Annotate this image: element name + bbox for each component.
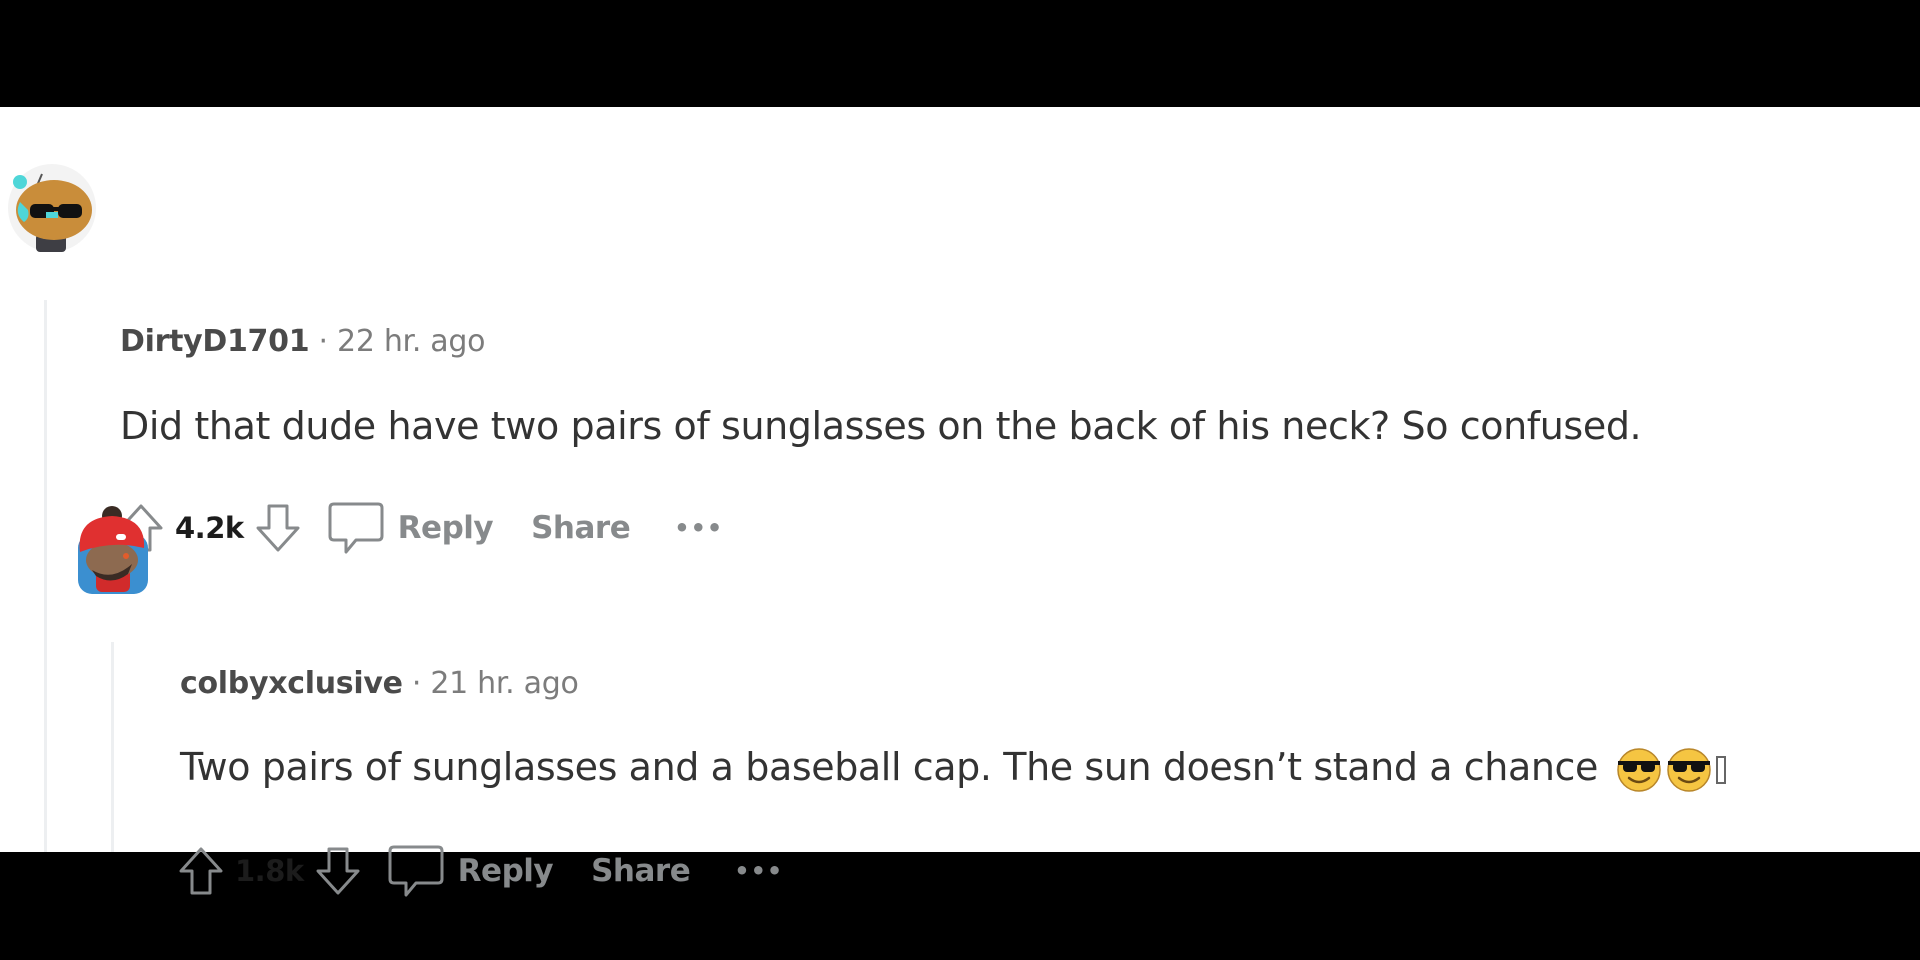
comment-bubble-icon — [388, 845, 444, 897]
avatar[interactable] — [66, 504, 158, 596]
meta-separator: · — [411, 666, 422, 701]
more-options-button[interactable]: ••• — [734, 857, 783, 885]
arrow-up-icon — [179, 847, 223, 895]
vote-score: 4.2k — [175, 511, 244, 545]
comment-body-text: Two pairs of sunglasses and a baseball c… — [180, 745, 1598, 789]
downvote-button[interactable] — [252, 502, 304, 554]
username-link[interactable]: DirtyD1701 — [120, 324, 310, 359]
reply-label[interactable]: Reply — [398, 510, 494, 546]
timestamp-link[interactable]: 21 hr. ago — [430, 666, 578, 701]
avatar[interactable] — [6, 162, 98, 254]
smiling-face-with-sunglasses-icon — [1616, 747, 1661, 792]
upvote-button[interactable] — [175, 845, 227, 897]
snoo-avatar-red-beanie-icon — [78, 506, 148, 594]
comment-meta: DirtyD1701 · 22 hr. ago — [120, 324, 486, 359]
comment-bubble-icon — [328, 502, 384, 554]
downvote-button[interactable] — [312, 845, 364, 897]
comment-thread: DirtyD1701 · 22 hr. ago Did that dude ha… — [0, 107, 1920, 897]
comment-body: Two pairs of sunglasses and a baseball c… — [180, 745, 1726, 793]
snoo-avatar-sunglasses-icon — [8, 164, 96, 252]
comment-actions: 4.2k Reply Share ••• — [115, 500, 723, 556]
share-button[interactable]: Share — [591, 853, 691, 889]
thread-line-collapse[interactable] — [111, 642, 114, 852]
vote-score: 1.8k — [235, 854, 304, 888]
meta-separator: · — [318, 324, 329, 359]
comment-body: Did that dude have two pairs of sunglass… — [120, 404, 1642, 448]
reply-button[interactable]: Reply — [326, 500, 494, 556]
comment-actions: 1.8k Reply Share ••• — [175, 843, 783, 899]
reply-button[interactable]: Reply — [386, 843, 554, 899]
arrow-down-icon — [256, 504, 300, 552]
smiling-face-with-sunglasses-icon — [1666, 747, 1711, 792]
timestamp-link[interactable]: 22 hr. ago — [337, 324, 485, 359]
reply-label[interactable]: Reply — [458, 853, 554, 889]
more-options-button[interactable]: ••• — [674, 514, 723, 542]
username-link[interactable]: colbyxclusive — [180, 666, 403, 701]
missing-glyph — [1715, 755, 1726, 784]
arrow-down-icon — [316, 847, 360, 895]
share-button[interactable]: Share — [531, 510, 631, 546]
comment-meta: colbyxclusive · 21 hr. ago — [180, 666, 579, 701]
thread-line-collapse[interactable] — [44, 300, 47, 852]
